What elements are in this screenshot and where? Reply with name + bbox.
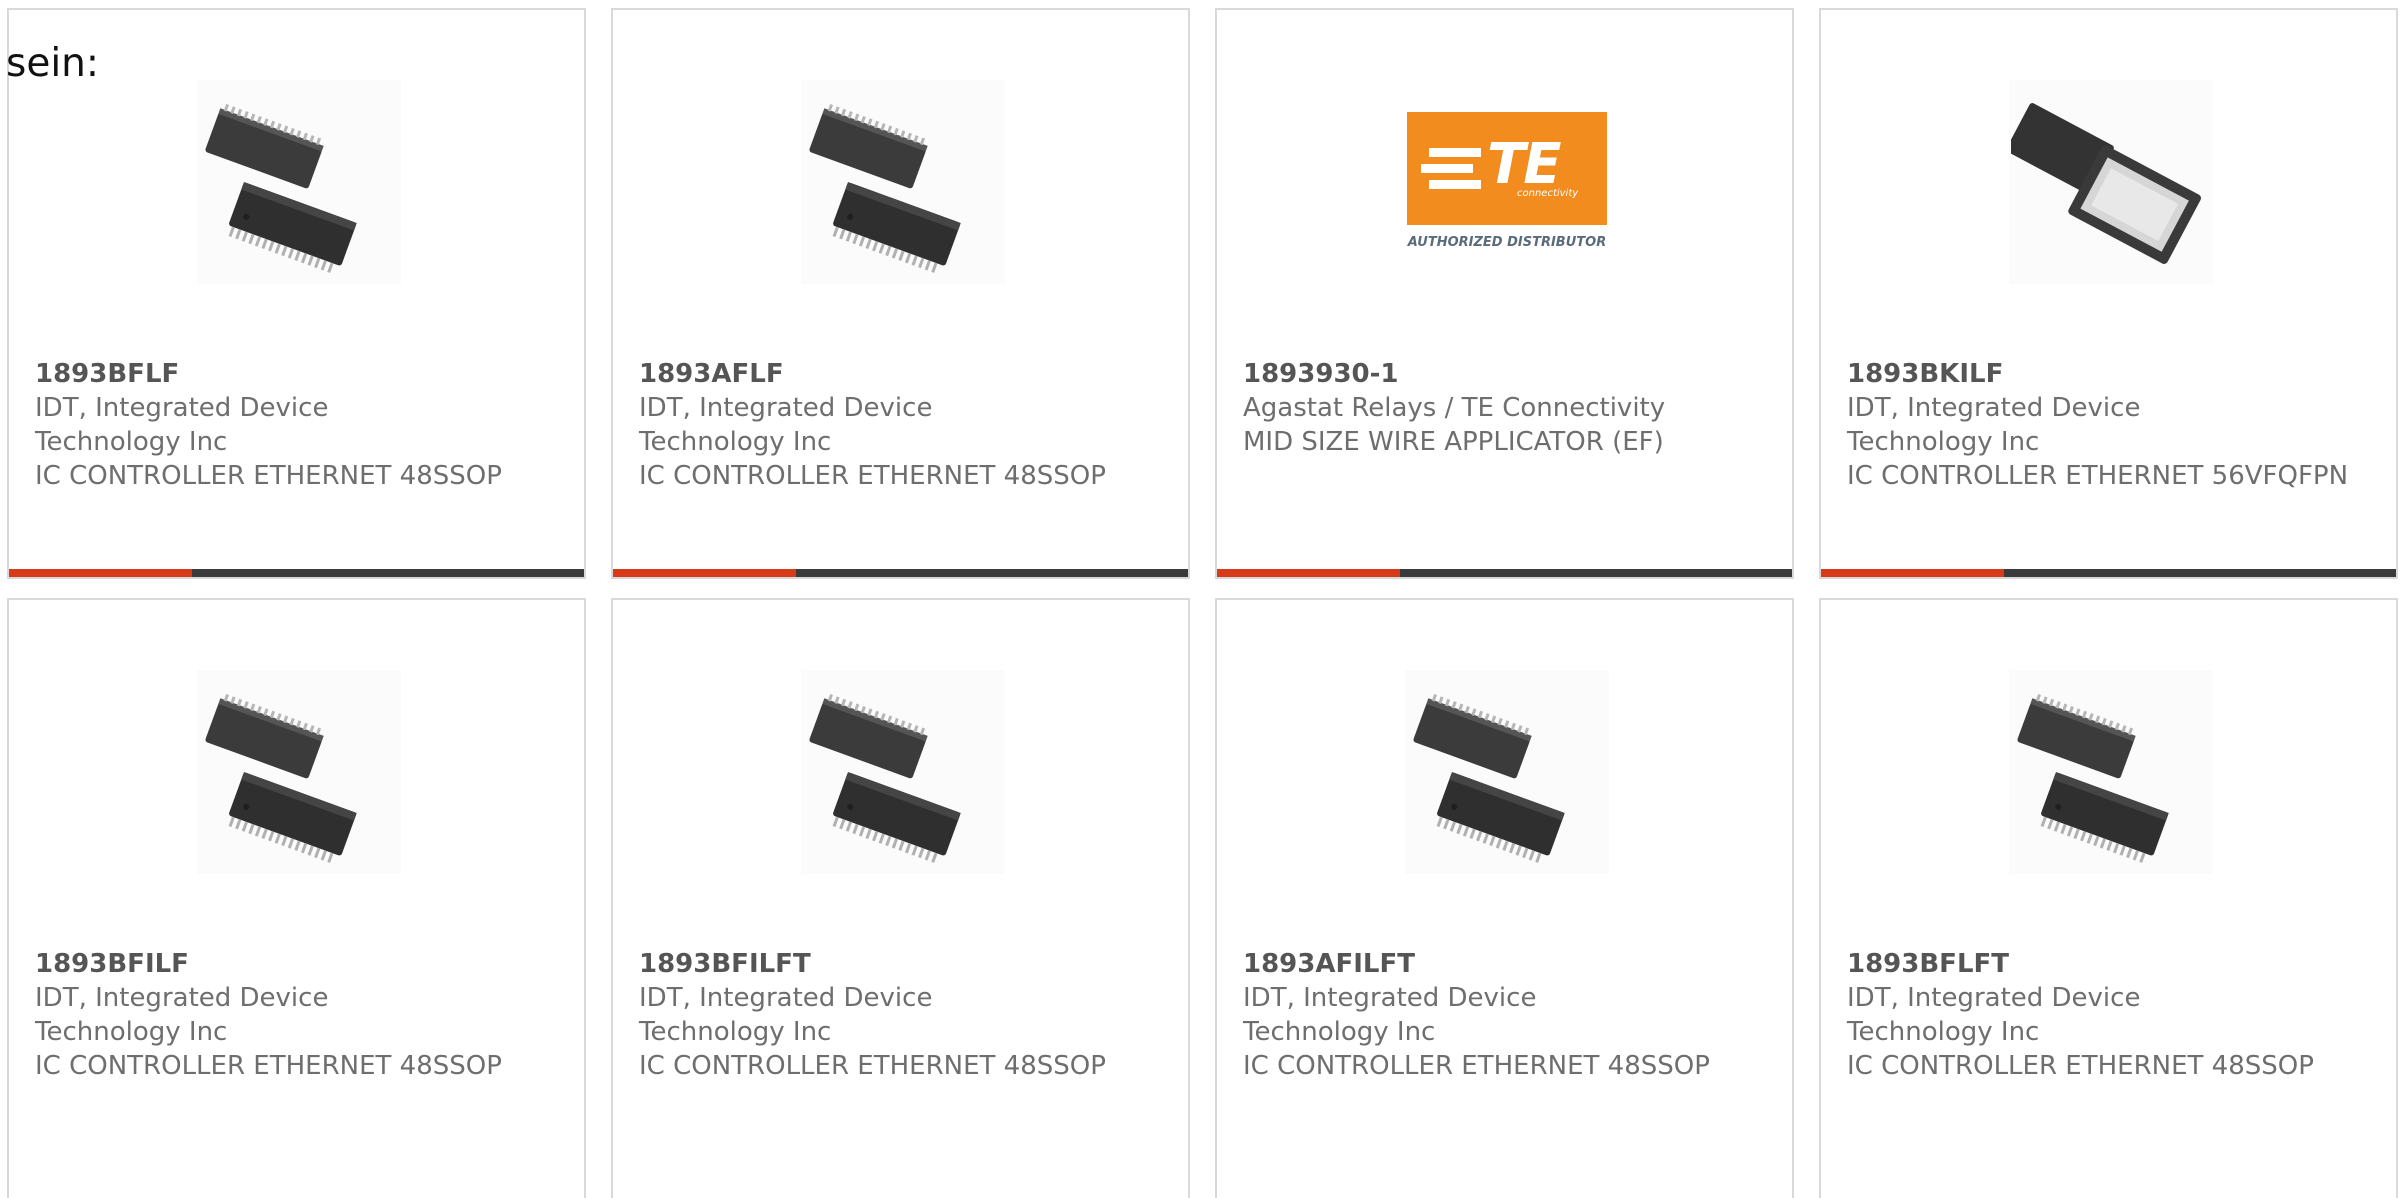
card-accent-bar (613, 569, 796, 577)
product-image[interactable] (801, 670, 1005, 874)
card-bottom-bar (9, 569, 584, 577)
product-card[interactable]: 1893BFLFT IDT, Integrated Device Technol… (1819, 598, 2398, 1198)
product-info: 1893BFLF IDT, Integrated Device Technolo… (35, 357, 555, 493)
manufacturer: IDT, Integrated Device Technology Inc (639, 393, 933, 457)
ssop-chip-icon (204, 692, 357, 866)
product-info: 1893930-1 Agastat Relays / TE Connectivi… (1243, 357, 1763, 459)
product-card[interactable]: 1893BFLF IDT, Integrated Device Technolo… (7, 8, 586, 579)
product-card[interactable]: TE connectivity AUTHORIZED DISTRIBUTOR 1… (1215, 8, 1794, 579)
manufacturer: IDT, Integrated Device Technology Inc (35, 983, 329, 1047)
ssop-chip-icon (808, 692, 961, 866)
intro-text: sein: (6, 41, 100, 86)
product-image[interactable] (197, 80, 401, 284)
product-card[interactable]: 1893AFILFT IDT, Integrated Device Techno… (1215, 598, 1794, 1198)
manufacturer: Agastat Relays / TE Connectivity (1243, 393, 1666, 423)
description: MID SIZE WIRE APPLICATOR (EF) (1243, 427, 1664, 457)
description: IC CONTROLLER ETHERNET 48SSOP (639, 1051, 1106, 1081)
description: IC CONTROLLER ETHERNET 56VFQFPN (1847, 461, 2349, 491)
te-logo-connectivity: connectivity (1517, 188, 1579, 199)
product-info: 1893BFILF IDT, Integrated Device Technol… (35, 947, 555, 1083)
part-number-link[interactable]: 1893930-1 (1243, 357, 1763, 391)
product-image[interactable] (801, 80, 1005, 284)
description: IC CONTROLLER ETHERNET 48SSOP (35, 461, 502, 491)
ssop-chip-icon (204, 102, 357, 276)
manufacturer: IDT, Integrated Device Technology Inc (1243, 983, 1537, 1047)
product-info: 1893BFILFT IDT, Integrated Device Techno… (639, 947, 1159, 1083)
product-card[interactable]: 1893BFILF IDT, Integrated Device Technol… (7, 598, 586, 1198)
product-info: 1893BKILF IDT, Integrated Device Technol… (1847, 357, 2367, 493)
part-number-link[interactable]: 1893BFILFT (639, 947, 1159, 981)
card-accent-bar (1217, 569, 1400, 577)
product-image[interactable] (2009, 80, 2213, 284)
description: IC CONTROLLER ETHERNET 48SSOP (1243, 1051, 1710, 1081)
product-image[interactable] (2009, 670, 2213, 874)
card-bottom-bar (613, 569, 1188, 577)
manufacturer: IDT, Integrated Device Technology Inc (1847, 983, 2141, 1047)
description: IC CONTROLLER ETHERNET 48SSOP (1847, 1051, 2314, 1081)
description: IC CONTROLLER ETHERNET 48SSOP (639, 461, 1106, 491)
product-card[interactable]: 1893AFLF IDT, Integrated Device Technolo… (611, 8, 1190, 579)
part-number-link[interactable]: 1893BFILF (35, 947, 555, 981)
card-bottom-bar (1217, 569, 1792, 577)
manufacturer: IDT, Integrated Device Technology Inc (35, 393, 329, 457)
product-image[interactable] (1405, 670, 1609, 874)
product-info: 1893AFILFT IDT, Integrated Device Techno… (1243, 947, 1763, 1083)
te-logo-authorized: AUTHORIZED DISTRIBUTOR (1407, 235, 1607, 250)
card-accent-bar (1821, 569, 2004, 577)
product-image[interactable] (197, 670, 401, 874)
ssop-chip-icon (808, 102, 961, 276)
ssop-chip-icon (2016, 692, 2169, 866)
manufacturer: IDT, Integrated Device Technology Inc (639, 983, 933, 1047)
part-number-link[interactable]: 1893BFLFT (1847, 947, 2367, 981)
product-info: 1893AFLF IDT, Integrated Device Technolo… (639, 357, 1159, 493)
part-number-link[interactable]: 1893AFILFT (1243, 947, 1763, 981)
manufacturer: IDT, Integrated Device Technology Inc (1847, 393, 2141, 457)
te-logo: TE connectivity AUTHORIZED DISTRIBUTOR (1407, 112, 1607, 252)
qfn-chip-icon (2011, 102, 2203, 266)
part-number-link[interactable]: 1893BKILF (1847, 357, 2367, 391)
part-number-link[interactable]: 1893AFLF (639, 357, 1159, 391)
description: IC CONTROLLER ETHERNET 48SSOP (35, 1051, 502, 1081)
card-bottom-bar (1821, 569, 2396, 577)
product-info: 1893BFLFT IDT, Integrated Device Technol… (1847, 947, 2367, 1083)
product-card[interactable]: 1893BFILFT IDT, Integrated Device Techno… (611, 598, 1190, 1198)
ssop-chip-icon (1412, 692, 1565, 866)
product-image[interactable]: TE connectivity AUTHORIZED DISTRIBUTOR (1405, 80, 1609, 284)
product-card[interactable]: 1893BKILF IDT, Integrated Device Technol… (1819, 8, 2398, 579)
card-accent-bar (9, 569, 192, 577)
part-number-link[interactable]: 1893BFLF (35, 357, 555, 391)
te-logo-background: TE connectivity (1407, 112, 1607, 225)
